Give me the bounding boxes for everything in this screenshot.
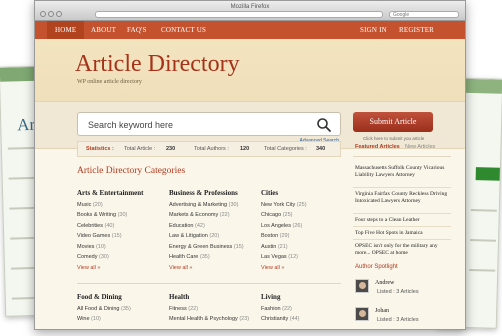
category-item[interactable]: Comedy (30) [77, 254, 159, 264]
total-categories-value: 340 [316, 146, 326, 152]
search-input[interactable]: Search keyword here [77, 112, 341, 136]
category-item[interactable]: Los Angeles (26) [261, 223, 343, 233]
featured-article-link[interactable]: Top Five Hot Spots in Jamaica [355, 230, 451, 237]
total-article-value: 230 [166, 146, 176, 152]
category-item[interactable]: Health Care (35) [169, 254, 259, 264]
category-heading[interactable]: Food & Dining [77, 293, 159, 301]
placeholder-line [469, 269, 496, 272]
site-header: Article Directory WP online article dire… [35, 39, 465, 101]
category-item[interactable]: All Food & Dining (35) [77, 306, 159, 316]
nav-about[interactable]: ABOUT [91, 26, 116, 34]
category-item[interactable]: Chicago (25) [261, 212, 343, 222]
statistics-label: Statistics : [86, 146, 114, 152]
category-item[interactable]: Energy & Green Business (15) [169, 244, 259, 254]
category-item[interactable]: Fitness (22) [169, 306, 259, 316]
total-authors-label: Total Authors : [194, 146, 229, 152]
category-item[interactable]: Markets & Economy (22) [169, 212, 259, 222]
category-item[interactable]: Music (20) [77, 202, 159, 212]
search-placeholder: Search keyword here [88, 120, 174, 130]
placeholder-line [470, 239, 497, 242]
featured-divider [353, 213, 451, 214]
category-group: Living Fashion (22) Christianity (44) [261, 293, 343, 327]
category-item[interactable]: Austin (21) [261, 244, 343, 254]
author-card[interactable]: Johan Listed : 3 Articles [355, 307, 453, 329]
browser-titlebar: Mozilla Firefox Google [35, 1, 465, 21]
author-card[interactable]: Andrew Listed : 3 Articles [355, 279, 453, 301]
categories-title: Article Directory Categories [77, 166, 186, 176]
category-divider [77, 283, 341, 284]
site-tagline: WP online article directory [77, 79, 142, 85]
view-all-link[interactable]: View all » [169, 265, 259, 271]
category-group: Cities New York City (25) Chicago (25) L… [261, 189, 343, 271]
category-item[interactable]: Mental Health & Psychology (23) [169, 316, 259, 326]
featured-article-link[interactable]: Virginia Fairfax County Reckless Driving… [355, 191, 451, 204]
category-heading[interactable]: Business & Professions [169, 189, 259, 197]
featured-article-link[interactable]: Massachusetts Suffolk County Vicarious L… [355, 165, 451, 178]
featured-divider [353, 239, 451, 240]
zoom-window-button[interactable] [56, 11, 62, 17]
category-item[interactable]: Fashion (22) [261, 306, 343, 316]
article-tabs: Featured Articles New Articles [353, 141, 451, 157]
author-name[interactable]: Johan [375, 308, 389, 314]
category-item[interactable]: Las Vegas (12) [261, 254, 343, 264]
author-listed-count: Listed : 3 Articles [377, 317, 419, 323]
featured-divider [353, 226, 451, 227]
category-item[interactable]: Movies (10) [77, 244, 159, 254]
author-listed-count: Listed : 3 Articles [377, 289, 419, 295]
avatar [355, 279, 369, 293]
total-article-label: Total Article : [124, 146, 156, 152]
featured-article-link[interactable]: OPSEC isn't only for the military any mo… [355, 243, 451, 256]
featured-divider [353, 187, 451, 188]
category-heading[interactable]: Living [261, 293, 343, 301]
address-bar[interactable] [95, 11, 383, 18]
category-item[interactable]: Video Games (15) [77, 233, 159, 243]
nav-faqs[interactable]: FAQ'S [127, 26, 147, 34]
nav-home[interactable]: HOME [47, 21, 85, 39]
category-item[interactable]: New York City (25) [261, 202, 343, 212]
category-group: Business & Professions Advertising & Mar… [169, 189, 259, 271]
category-item[interactable]: Law & Litigation (20) [169, 233, 259, 243]
view-all-link[interactable]: View all » [261, 265, 343, 271]
category-item[interactable]: Wine (10) [77, 316, 159, 326]
category-item[interactable]: Books & Writing (30) [77, 212, 159, 222]
author-spotlight-title: Author Spotlight [355, 264, 398, 270]
browser-window: Mozilla Firefox Google HOME ABOUT FAQ'S … [34, 0, 466, 330]
nav-sign-in[interactable]: SIGN IN [360, 26, 387, 34]
category-item[interactable]: Celebrities (40) [77, 223, 159, 233]
tab-featured-articles[interactable]: Featured Articles [355, 144, 400, 150]
site-title[interactable]: Article Directory [75, 51, 240, 78]
category-item[interactable]: Education (42) [169, 223, 259, 233]
category-group: Arts & Entertainment Music (20) Books & … [77, 189, 159, 271]
window-title: Mozilla Firefox [230, 4, 270, 10]
background-green-button [475, 167, 502, 181]
nav-contact[interactable]: CONTACT US [161, 26, 206, 34]
screenshot-stage: Art ory Mozilla Firefox Google HOME ABOU… [0, 0, 502, 336]
category-heading[interactable]: Arts & Entertainment [77, 189, 159, 197]
category-group: Food & Dining All Food & Dining (35) Win… [77, 293, 159, 327]
category-item[interactable]: Boston (29) [261, 233, 343, 243]
total-categories-label: Total Categories : [264, 146, 307, 152]
category-heading[interactable]: Cities [261, 189, 343, 197]
view-all-link[interactable]: View all » [77, 265, 159, 271]
category-group: Health Fitness (22) Mental Health & Psyc… [169, 293, 259, 327]
nav-register[interactable]: REGISTER [399, 26, 434, 34]
total-authors-value: 120 [240, 146, 250, 152]
category-heading[interactable]: Health [169, 293, 259, 301]
browser-search-field[interactable]: Google [389, 11, 459, 18]
tab-new-articles[interactable]: New Articles [405, 144, 435, 150]
category-item[interactable]: Christianity (44) [261, 316, 343, 326]
search-icon[interactable] [316, 117, 332, 133]
site-nav: HOME ABOUT FAQ'S CONTACT US SIGN IN REGI… [35, 21, 465, 39]
author-name[interactable]: Andrew [375, 280, 394, 286]
submit-article-button[interactable]: Submit Article [353, 112, 433, 132]
avatar [355, 307, 369, 321]
category-item[interactable]: Advertising & Marketing (30) [169, 202, 259, 212]
close-window-button[interactable] [40, 11, 46, 17]
minimize-window-button[interactable] [48, 11, 54, 17]
featured-article-link[interactable]: Four steps to a Clean Leather [355, 217, 451, 224]
statistics-bar: Statistics : Total Article : 230 Total A… [77, 141, 341, 157]
placeholder-line [470, 209, 497, 212]
